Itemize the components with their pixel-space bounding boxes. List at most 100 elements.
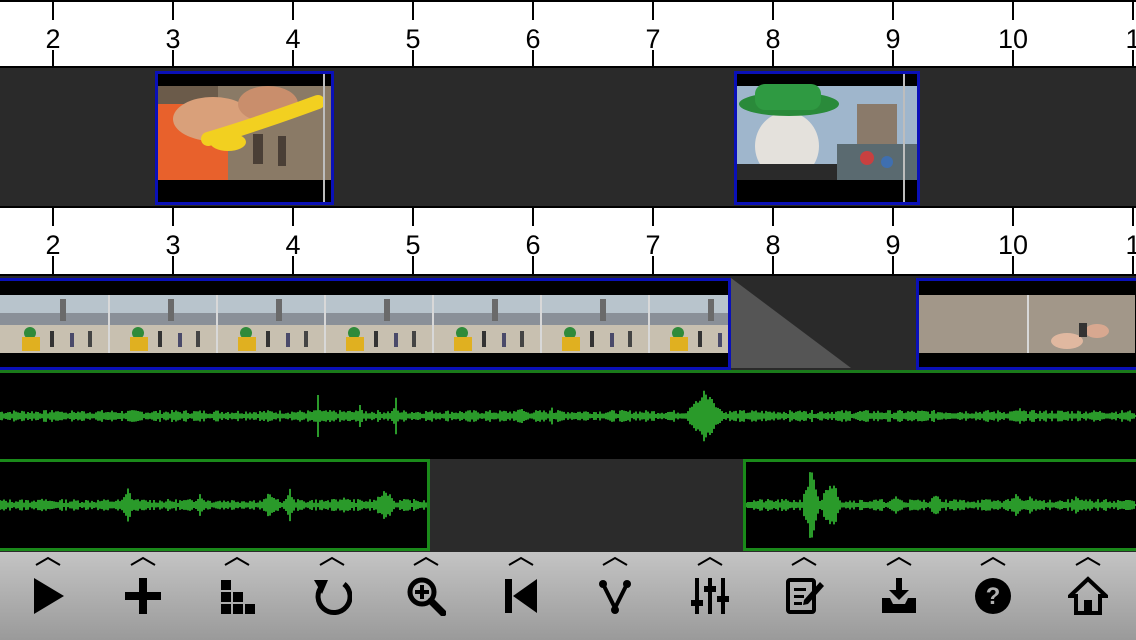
filmstrip-frame xyxy=(324,295,432,353)
ruler-tick xyxy=(1132,2,1134,20)
ruler-label: 10 xyxy=(997,230,1029,260)
ruler-label: 2 xyxy=(45,24,61,54)
filmstrip-frame xyxy=(0,295,108,353)
split-icon xyxy=(599,580,631,614)
ruler-label: 7 xyxy=(645,230,661,260)
tray-download-icon xyxy=(881,578,916,613)
undo-button[interactable] xyxy=(292,552,372,640)
balloon-clip[interactable] xyxy=(155,71,334,205)
plus-icon xyxy=(124,578,161,614)
audio-track-1[interactable] xyxy=(0,370,1136,459)
caret-up-icon[interactable] xyxy=(980,556,1006,566)
timeline-ruler-top[interactable]: 2 3 4 5 6 7 8 9 10 1 xyxy=(0,2,1136,68)
ruler-tick xyxy=(772,208,774,226)
zoom-in-icon xyxy=(407,577,446,616)
caret-up-icon[interactable] xyxy=(318,556,345,566)
ruler-tick xyxy=(532,208,534,226)
caret-up-icon[interactable] xyxy=(696,556,723,566)
home-icon xyxy=(1067,576,1108,615)
caret-up-icon[interactable] xyxy=(129,556,156,566)
ruler-label: 6 xyxy=(525,24,541,54)
overlay-video-track[interactable] xyxy=(0,68,1136,208)
sliders-icon xyxy=(690,578,729,614)
ruler-label: 1 xyxy=(1125,230,1136,260)
arrange-button[interactable] xyxy=(197,552,277,640)
play-button[interactable] xyxy=(8,552,88,640)
ruler-tick xyxy=(172,208,174,226)
ruler-label: 10 xyxy=(997,24,1029,54)
filmstrip-frame xyxy=(540,295,648,353)
ruler-tick xyxy=(892,208,894,226)
audio-gap xyxy=(430,459,743,551)
divider xyxy=(0,0,1136,2)
caret-up-icon[interactable] xyxy=(507,556,534,566)
ruler-label: 3 xyxy=(165,230,181,260)
ruler-label: 7 xyxy=(645,24,661,54)
clip-trim-marker[interactable] xyxy=(323,74,325,202)
ruler-tick xyxy=(412,208,414,226)
help-icon: ? xyxy=(975,578,1011,614)
ground-hands-filmstrip[interactable] xyxy=(916,278,1136,370)
caret-up-icon[interactable] xyxy=(1074,556,1101,566)
caret-up-icon[interactable] xyxy=(35,556,61,566)
mixer-button[interactable] xyxy=(670,552,750,640)
export-button[interactable] xyxy=(859,552,939,640)
caret-up-icon[interactable] xyxy=(224,556,250,566)
ruler-label: 8 xyxy=(765,230,781,260)
clip-trim-marker[interactable] xyxy=(903,74,905,202)
caret-up-icon[interactable] xyxy=(885,556,912,566)
home-button[interactable] xyxy=(1048,552,1128,640)
ruler-tick xyxy=(772,2,774,20)
ruler-tick xyxy=(1012,208,1014,226)
filmstrip-frame xyxy=(216,295,324,353)
bottom-toolbar: ? xyxy=(0,552,1136,640)
caret-up-icon[interactable] xyxy=(413,556,439,566)
add-button[interactable] xyxy=(103,552,183,640)
clip-thumbnail xyxy=(737,74,917,202)
edit-note-icon xyxy=(786,578,824,614)
zoom-button[interactable] xyxy=(386,552,466,640)
ruler-label: 3 xyxy=(165,24,181,54)
ruler-tick xyxy=(292,2,294,20)
main-video-track[interactable] xyxy=(0,276,1136,370)
skip-start-button[interactable] xyxy=(481,552,561,640)
ruler-label: 9 xyxy=(885,24,901,54)
play-icon xyxy=(34,578,64,614)
ruler-label: 2 xyxy=(45,230,61,260)
filmstrip-frame xyxy=(108,295,216,353)
audio-waveform xyxy=(0,488,427,522)
caret-up-icon[interactable] xyxy=(602,556,628,566)
ruler-tick xyxy=(52,2,54,20)
transition-button[interactable] xyxy=(575,552,655,640)
ruler-label: 4 xyxy=(285,24,301,54)
riverfront-filmstrip[interactable] xyxy=(0,278,731,370)
undo-icon xyxy=(313,580,352,616)
ruler-tick xyxy=(1132,208,1134,226)
ruler-tick xyxy=(412,2,414,20)
ruler-label: 8 xyxy=(765,24,781,54)
svg-text:?: ? xyxy=(986,583,1001,610)
blocks-icon xyxy=(221,580,255,614)
timeline-ruler-middle[interactable]: 2 3 4 5 6 7 8 9 10 1 xyxy=(0,208,1136,274)
help-button[interactable]: ? xyxy=(953,552,1033,640)
audio-waveform xyxy=(746,472,1136,538)
ruler-label: 1 xyxy=(1125,24,1136,54)
transition-wedge[interactable] xyxy=(731,276,871,370)
filmstrip-frame xyxy=(432,295,540,353)
mime-clip[interactable] xyxy=(734,71,920,205)
ruler-tick xyxy=(52,208,54,226)
filmstrip-frame xyxy=(919,295,1027,353)
ruler-tick xyxy=(652,2,654,20)
ruler-label: 5 xyxy=(405,230,421,260)
ruler-tick xyxy=(1012,2,1014,20)
ruler-tick xyxy=(892,2,894,20)
ruler-tick xyxy=(292,208,294,226)
clip-thumbnail xyxy=(158,74,331,202)
ruler-label: 5 xyxy=(405,24,421,54)
edit-button[interactable] xyxy=(764,552,844,640)
filmstrip-frame xyxy=(648,295,728,353)
audio-track-2[interactable] xyxy=(0,459,430,551)
audio-track-2-segment[interactable] xyxy=(743,459,1136,551)
skip-back-icon xyxy=(504,579,537,613)
caret-up-icon[interactable] xyxy=(791,556,817,566)
